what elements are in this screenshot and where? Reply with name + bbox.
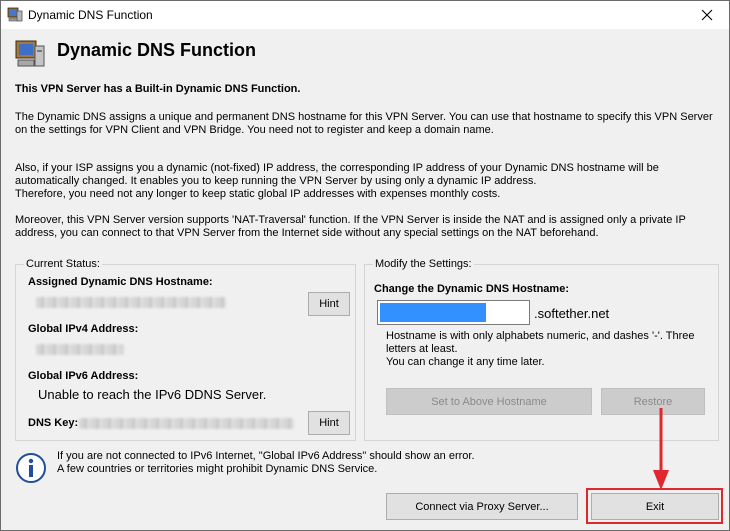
change-hostname-label: Change the Dynamic DNS Hostname: [374, 283, 569, 295]
page-title: Dynamic DNS Function [57, 40, 257, 60]
computer-icon [15, 40, 45, 67]
connect-via-proxy-button[interactable]: Connect via Proxy Server... [386, 493, 578, 520]
close-icon [701, 9, 713, 21]
hostname-input-selection [380, 303, 486, 322]
intro-paragraph-1-line-2: on the settings for VPN Client and VPN B… [15, 124, 494, 136]
window-title: Dynamic DNS Function [28, 8, 153, 22]
domain-suffix: .softether.net [534, 306, 610, 321]
dns-key-label: DNS Key: [28, 417, 79, 429]
current-status-label: Current Status: [24, 258, 102, 271]
set-hostname-button[interactable]: Set to Above Hostname [386, 388, 592, 415]
computer-icon [7, 7, 23, 22]
intro-paragraph-2-line-3: Therefore, you need not any longer to ke… [15, 188, 501, 200]
ipv6-address-label: Global IPv6 Address: [28, 370, 139, 382]
close-button[interactable] [685, 1, 729, 29]
assigned-hostname-label: Assigned Dynamic DNS Hostname: [28, 276, 213, 288]
hostname-note-line-2: letters at least. [386, 343, 458, 355]
ipv4-address-label: Global IPv4 Address: [28, 323, 139, 335]
dns-key-hint-button[interactable]: Hint [308, 411, 350, 435]
dns-key-value [79, 418, 294, 429]
hostname-note-line-1: Hostname is with only alphabets numeric,… [386, 330, 695, 342]
ipv4-address-value [36, 344, 124, 355]
intro-paragraph-2-line-1: Also, if your ISP assigns you a dynamic … [15, 162, 659, 174]
intro-paragraph-2-line-2: automatically changed. It enables you to… [15, 175, 537, 187]
intro-paragraph-3-line-2: address, you can connect to that VPN Ser… [15, 227, 599, 239]
intro-paragraph-3-line-1: Moreover, this VPN Server version suppor… [15, 214, 686, 226]
modify-settings-label: Modify the Settings: [373, 258, 474, 271]
info-line-2: A few countries or territories might pro… [57, 463, 378, 475]
intro-heading: This VPN Server has a Built-in Dynamic D… [15, 83, 301, 95]
hostname-note-line-3: You can change it any time later. [386, 356, 545, 368]
dynamic-dns-window: Dynamic DNS Function Dynamic DNS Functio… [0, 0, 730, 531]
exit-button[interactable]: Exit [591, 493, 719, 520]
assigned-hostname-value [36, 297, 226, 308]
arrow-down-icon [653, 408, 669, 490]
info-line-1: If you are not connected to IPv6 Interne… [57, 450, 475, 462]
hostname-input[interactable] [377, 300, 530, 325]
ipv6-address-value: Unable to reach the IPv6 DDNS Server. [38, 387, 267, 402]
title-bar: Dynamic DNS Function [1, 1, 729, 29]
info-icon [16, 453, 46, 483]
hostname-hint-button[interactable]: Hint [308, 292, 350, 316]
intro-paragraph-1-line-1: The Dynamic DNS assigns a unique and per… [15, 111, 713, 123]
